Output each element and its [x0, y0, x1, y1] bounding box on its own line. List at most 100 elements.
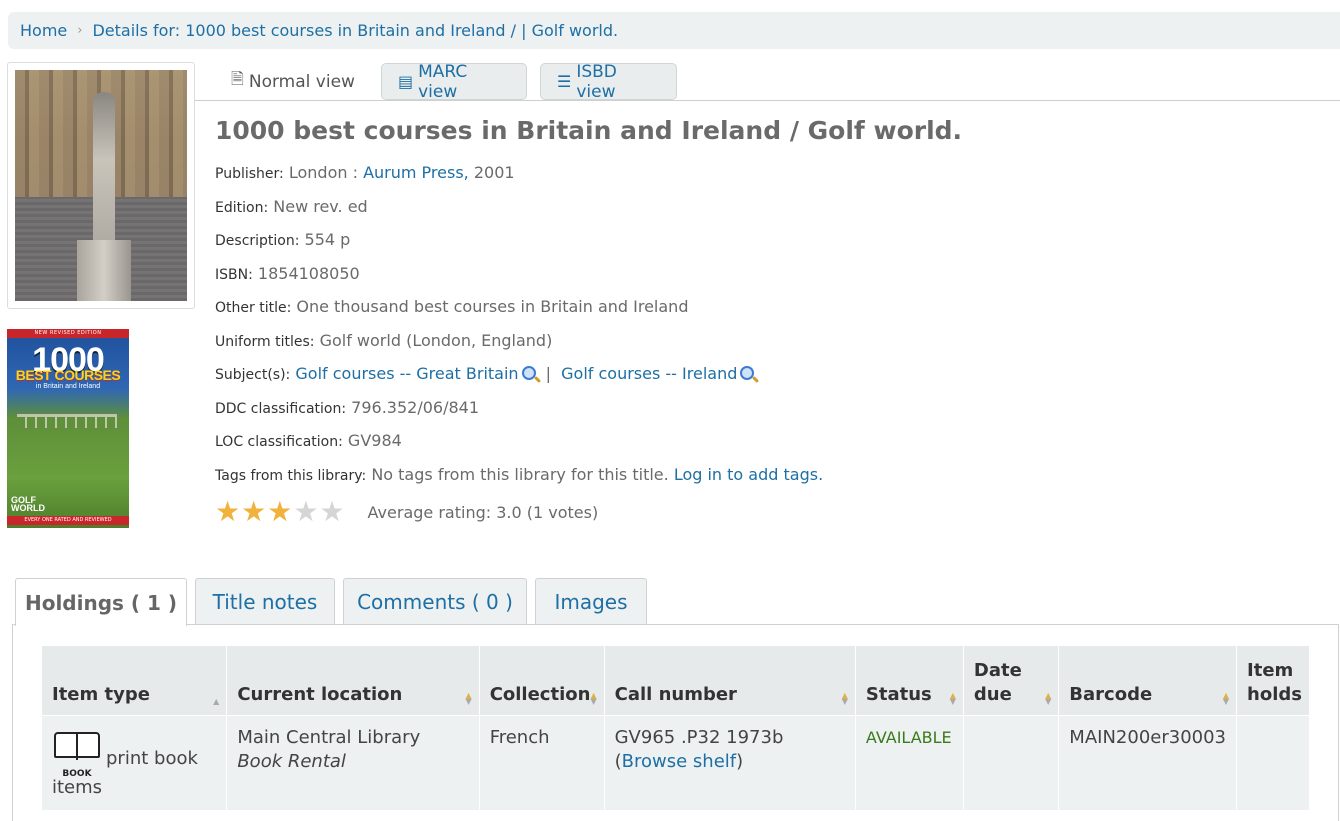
sort-icon: ▲ ▼: [465, 691, 472, 706]
other-title-line: Other title: One thousand best courses i…: [215, 295, 1315, 329]
book-cover-image[interactable]: NEW REVISED EDITION 1000 BEST COURSES in…: [7, 329, 129, 528]
star-icon[interactable]: ★: [293, 495, 318, 528]
average-rating-text: Average rating: 3.0 (1 votes): [367, 502, 599, 522]
breadcrumb: Home › Details for: 1000 best courses in…: [8, 12, 1340, 49]
sort-icon: ▲ ▼: [1045, 691, 1052, 706]
cover-headline: BEST COURSES: [15, 367, 121, 383]
isbd-view-label: ISBD view: [576, 61, 617, 102]
ddc-value: 796.352/06/841: [351, 397, 479, 417]
star-icon[interactable]: ★: [267, 495, 292, 528]
star-icon[interactable]: ★: [319, 495, 344, 528]
sort-icon: ▲ ▼: [1222, 691, 1230, 706]
edition-value: New rev. ed: [273, 196, 368, 216]
cover-top-strip: NEW REVISED EDITION: [7, 329, 129, 338]
column-header-label: Call number: [614, 684, 737, 705]
subject-link-great-britain[interactable]: Golf courses -- Great Britain: [295, 364, 518, 383]
column-header-label: Current location: [237, 684, 403, 705]
column-header-item-type[interactable]: Item type ▲: [40, 645, 228, 716]
column-header-label: Status: [865, 684, 932, 705]
sort-icon: ▲ ▼: [590, 691, 597, 706]
cover-logo-line-2: WORLD: [11, 503, 45, 513]
publisher-line: Publisher: London : Aurum Press, 2001: [215, 161, 1315, 195]
column-header-status[interactable]: Status ▲ ▼: [854, 645, 964, 716]
book-icon-label: BOOK: [62, 769, 92, 779]
publisher-link[interactable]: Aurum Press,: [363, 163, 469, 182]
subject-separator: |: [545, 364, 552, 383]
call-number-value: GV965 .P32 1973b: [614, 727, 784, 748]
star-icon[interactable]: ★: [215, 495, 240, 528]
rating-stars[interactable]: ★★★★★: [215, 498, 346, 526]
holdings-header-row: Item type ▲ Current location ▲ ▼ Collecti…: [40, 645, 1310, 716]
isbn-line: ISBN: 1854108050: [215, 262, 1315, 296]
holdings-table: Item type ▲ Current location ▲ ▼ Collecti…: [40, 645, 1310, 811]
column-header-label: Date due: [973, 660, 1022, 705]
cover-bridge: [17, 414, 117, 428]
list-icon: ☰: [557, 72, 572, 91]
cell-item-holds: [1236, 715, 1310, 811]
view-switcher: 🗎 Normal view ▤ MARC view ☰ ISBD view: [195, 61, 1340, 102]
loc-value: GV984: [347, 431, 402, 450]
tab-holdings[interactable]: Holdings ( 1 ): [15, 578, 187, 626]
record-details: 1000 best courses in Britain and Ireland…: [215, 116, 1315, 526]
subjects-line: Subject(s): Golf courses -- Great Britai…: [215, 362, 1315, 396]
tab-title-notes[interactable]: Title notes: [195, 578, 335, 625]
location-sub: Book Rental: [237, 751, 346, 772]
edition-label: Edition:: [215, 199, 269, 216]
column-header-label: Item type: [52, 684, 150, 705]
column-header-label: Collection: [489, 684, 591, 705]
status-badge: AVAILABLE: [865, 728, 952, 747]
browse-shelf-link[interactable]: Browse shelf: [622, 751, 736, 772]
column-header-label: Item holds: [1247, 660, 1302, 705]
cover-subtitle: in Britain and Ireland: [35, 383, 101, 390]
tags-text: No tags from this library for this title…: [371, 464, 669, 484]
record-title: 1000 best courses in Britain and Ireland…: [215, 116, 963, 145]
normal-view-label: Normal view: [248, 71, 355, 92]
tab-images[interactable]: Images: [535, 578, 647, 625]
local-cover-image[interactable]: [7, 62, 195, 309]
document-icon: 🗎: [231, 69, 244, 88]
tags-label: Tags from this library:: [215, 467, 367, 484]
ddc-line: DDC classification: 796.352/06/841: [215, 396, 1315, 430]
sort-icon: ▲ ▼: [841, 691, 848, 706]
tab-comments[interactable]: Comments ( 0 ): [343, 578, 527, 625]
rating: ★★★★★ Average rating: 3.0 (1 votes): [215, 498, 1315, 526]
other-title-value: One thousand best courses in Britain and…: [296, 297, 689, 316]
login-to-add-tags-link[interactable]: Log in to add tags.: [674, 465, 823, 484]
isbd-view-tab[interactable]: ☰ ISBD view: [540, 61, 677, 102]
breadcrumb-separator-icon: ›: [77, 23, 83, 38]
loc-label: LOC classification:: [215, 434, 343, 450]
cell-item-type: BOOK print book items: [40, 715, 228, 811]
description-label: Description:: [215, 233, 300, 249]
sort-ascending-icon: ▲: [213, 697, 220, 706]
subject-link-ireland[interactable]: Golf courses -- Ireland: [561, 364, 737, 383]
statue-photo: [15, 70, 187, 301]
normal-view-tab[interactable]: 🗎 Normal view: [215, 63, 371, 100]
column-header-current-location[interactable]: Current location ▲ ▼: [226, 645, 480, 716]
photo-fountain-base: [77, 240, 131, 301]
edition-line: Edition: New rev. ed: [215, 195, 1315, 229]
magnifier-icon[interactable]: [740, 366, 755, 380]
cell-collection: French: [478, 715, 605, 811]
cell-date-due: [962, 715, 1060, 811]
book-icon-pages: [54, 732, 100, 760]
description-value: 554 p: [304, 230, 351, 249]
star-icon[interactable]: ★: [241, 495, 266, 528]
breadcrumb-home-link[interactable]: Home: [20, 21, 67, 40]
table-row: BOOK print book items Main Central Libra…: [40, 715, 1310, 811]
column-header-collection[interactable]: Collection ▲ ▼: [478, 645, 605, 716]
location-main: Main Central Library: [237, 727, 421, 748]
marc-view-label: MARC view: [418, 61, 468, 102]
marc-view-tab[interactable]: ▤ MARC view: [381, 61, 527, 102]
column-header-barcode[interactable]: Barcode ▲ ▼: [1058, 645, 1238, 716]
other-title-label: Other title:: [215, 300, 292, 316]
magnifier-icon[interactable]: [521, 366, 536, 380]
breadcrumb-details-link[interactable]: Details for: 1000 best courses in Britai…: [92, 21, 618, 40]
ddc-label: DDC classification:: [215, 400, 347, 417]
cover-logo: GOLF WORLD: [11, 496, 45, 513]
column-header-call-number[interactable]: Call number ▲ ▼: [603, 645, 856, 716]
cell-call-number: GV965 .P32 1973b (Browse shelf): [603, 715, 856, 811]
photo-statue: [93, 92, 115, 262]
cell-current-location: Main Central Library Book Rental: [226, 715, 480, 811]
column-header-date-due[interactable]: Date due ▲ ▼: [962, 645, 1060, 716]
column-header-label: Barcode: [1069, 684, 1153, 705]
